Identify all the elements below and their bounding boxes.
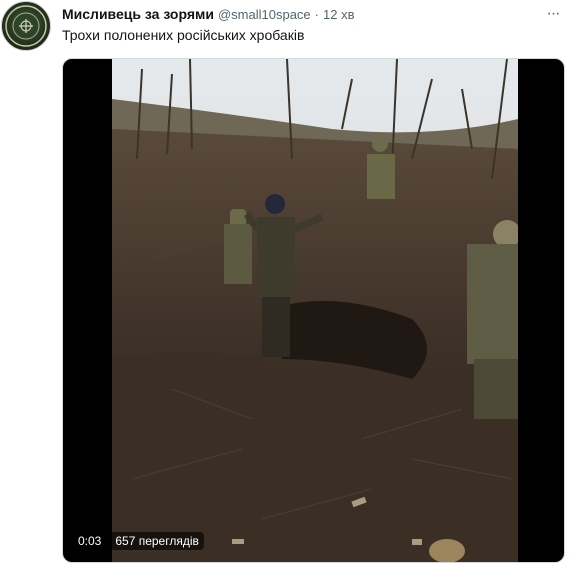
emblem-icon: [5, 5, 47, 47]
author-handle[interactable]: @small10space: [218, 7, 311, 22]
more-horizontal-icon: ···: [546, 5, 561, 22]
more-options-button[interactable]: ···: [541, 4, 565, 24]
author-name[interactable]: Мисливець за зорями: [62, 6, 214, 22]
figure-right: [467, 220, 518, 419]
timestamp[interactable]: 12 хв: [323, 7, 354, 22]
tweet-header: Мисливець за зорями @small10space · 12 х…: [62, 6, 355, 24]
tweet-text: Трохи полонених російських хробаків: [62, 27, 305, 43]
separator-dot: ·: [314, 7, 320, 22]
video-player[interactable]: 0:03 657 переглядів: [62, 58, 565, 563]
avatar[interactable]: [1, 1, 51, 51]
video-thumbnail: [112, 59, 518, 562]
video-frame: [112, 59, 518, 562]
video-views: 657 переглядів: [110, 532, 204, 550]
video-duration: 0:03: [73, 532, 107, 550]
tweet-card[interactable]: Мисливець за зорями @small10space · 12 х…: [0, 0, 575, 563]
video-overlay: 0:03 657 переглядів: [73, 532, 204, 550]
